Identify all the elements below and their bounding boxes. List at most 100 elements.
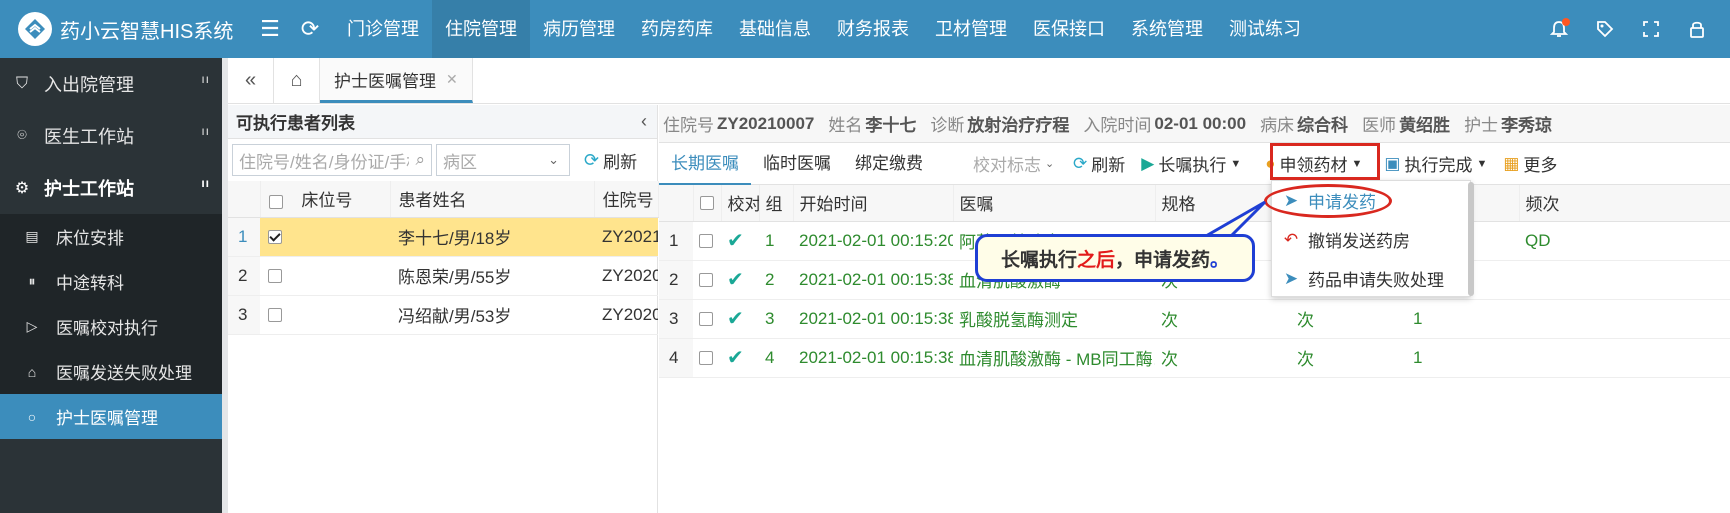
ward-select[interactable]: 病区 ⌄ xyxy=(436,144,570,176)
table-row[interactable]: 4 ✔ 4 2021-02-01 00:15:38 血清肌酸激酶 - MB同工酶… xyxy=(659,338,1730,378)
select-all-checkbox[interactable] xyxy=(268,194,283,209)
search-icon: ⌕ xyxy=(415,150,425,169)
tab-bind-fee[interactable]: 绑定缴费 xyxy=(843,143,935,185)
start-time-column-header: 开始时间 xyxy=(793,185,954,222)
circle-icon: ○ xyxy=(27,408,37,425)
fullscreen-icon[interactable] xyxy=(1628,0,1674,58)
patient-id: ZY20200019 xyxy=(594,295,658,335)
chevron-down-icon: ⌄ xyxy=(548,152,559,167)
info-doctor: 黄绍胜 xyxy=(1399,116,1451,135)
info-nurse: 李秀琼 xyxy=(1501,116,1553,135)
gear-icon: ⚙ xyxy=(14,180,30,197)
location-pin-icon: ⌾ xyxy=(17,127,27,144)
expand-marker-icon: ıı xyxy=(201,72,210,86)
nav-item-test[interactable]: 测试练习 xyxy=(1216,0,1314,58)
nav-item-finance[interactable]: 财务报表 xyxy=(824,0,922,58)
caret-down-icon: ▼ xyxy=(1230,157,1242,170)
patient-name: 陈恩荣/男/55岁 xyxy=(390,256,594,296)
patient-list-panel: 可执行患者列表 ‹ 住院号/姓名/身份证/手机 ⌕ 病区 ⌄ ⟳ 刷新 床位号 … xyxy=(228,105,659,513)
check-icon: ✔ xyxy=(727,230,744,252)
check-flag-select[interactable]: 校对标志 ⌄ xyxy=(965,143,1065,185)
play-circle-icon: ▶ xyxy=(1141,153,1155,173)
info-admit-time: 02-01 00:00 xyxy=(1154,113,1247,133)
app-logo: 药小云智慧HIS系统 xyxy=(0,12,250,46)
app-title: 药小云智慧HIS系统 xyxy=(60,20,234,43)
row-checkbox[interactable] xyxy=(268,308,282,323)
close-icon[interactable]: ✕ xyxy=(446,71,458,88)
nav-item-inpatient[interactable]: 住院管理 xyxy=(432,0,530,58)
highlight-ellipse xyxy=(1264,184,1392,218)
group-column-header: 组 xyxy=(759,185,794,222)
tab-long-term-orders[interactable]: 长期医嘱 xyxy=(659,143,751,185)
chevron-left-icon[interactable]: ‹ xyxy=(641,111,647,132)
sidebar-item-bed[interactable]: ▤ 床位安排 xyxy=(0,214,222,259)
patient-table: 床位号 患者姓名 住院号 1 李十七/男/18岁 ZY20210007 2 陈恩… xyxy=(228,181,659,335)
sidebar-group-admission[interactable]: ⛉ 入出院管理 ıı xyxy=(0,58,222,110)
bell-icon[interactable] xyxy=(1536,0,1582,58)
home-tab-icon[interactable]: ⌂ xyxy=(274,58,320,103)
table-row[interactable]: 2 陈恩荣/男/55岁 ZY20200018 xyxy=(228,256,658,296)
tag-icon[interactable] xyxy=(1582,0,1628,58)
row-checkbox[interactable] xyxy=(268,269,282,284)
row-checkbox[interactable] xyxy=(699,312,713,327)
patient-list-title: 可执行患者列表 xyxy=(236,114,355,133)
order-refresh-button[interactable]: ⟳ 刷新 xyxy=(1065,143,1133,185)
annotation-callout: 长嘱执行 之后 ，申请发药。 xyxy=(975,234,1255,282)
nav-item-outpatient[interactable]: 门诊管理 xyxy=(334,0,432,58)
nav-item-records[interactable]: 病历管理 xyxy=(530,0,628,58)
sidebar-item-nurse-orders[interactable]: ○ 护士医嘱管理 xyxy=(0,394,222,439)
check-icon: ✔ xyxy=(727,347,744,369)
row-number-header xyxy=(228,181,261,218)
sidebar-item-transfer[interactable]: ⏸ 中途转科 xyxy=(0,259,222,304)
reload-icon[interactable]: ⟳ xyxy=(290,0,330,58)
logo-icon xyxy=(18,12,52,46)
order-column-header: 医嘱 xyxy=(953,185,1156,222)
folder-icon: ▦ xyxy=(1503,153,1520,173)
table-row[interactable]: 3 冯绍献/男/53岁 ZY20200019 xyxy=(228,295,658,335)
nav-item-system[interactable]: 系统管理 xyxy=(1118,0,1216,58)
id-column-header: 住院号 xyxy=(594,181,659,218)
tab-temp-orders[interactable]: 临时医嘱 xyxy=(751,143,843,185)
expand-marker-icon: ıı xyxy=(201,124,210,138)
nav-item-pharmacy[interactable]: 药房药库 xyxy=(628,0,726,58)
patient-list-header: 可执行患者列表 ‹ xyxy=(228,105,657,139)
patient-search-input[interactable]: 住院号/姓名/身份证/手机 ⌕ xyxy=(232,144,432,176)
sidebar-item-verify[interactable]: ▷ 医嘱校对执行 xyxy=(0,304,222,349)
undo-icon: ↶ xyxy=(1283,229,1299,249)
row-checkbox[interactable] xyxy=(268,230,282,245)
sidebar-group-doctor[interactable]: ⌾ 医生工作站 ıı xyxy=(0,110,222,162)
menu-item-apply-fail[interactable]: ➤ 药品申请失败处理 xyxy=(1272,259,1470,298)
chevron-down-icon: ⌄ xyxy=(1045,158,1055,170)
row-checkbox[interactable] xyxy=(699,234,713,249)
info-diagnosis: 放射治疗疗程 xyxy=(967,116,1070,135)
main-nav: 门诊管理 住院管理 病历管理 药房药库 基础信息 财务报表 卫材管理 医保接口 … xyxy=(334,0,1314,58)
row-checkbox[interactable] xyxy=(699,273,713,288)
nav-item-insurance[interactable]: 医保接口 xyxy=(1020,0,1118,58)
nav-item-basic-info[interactable]: 基础信息 xyxy=(726,0,824,58)
patient-refresh-button[interactable]: ⟳ 刷新 xyxy=(584,148,637,173)
double-chevron-left-icon[interactable]: « xyxy=(228,58,274,103)
tab-nurse-orders[interactable]: 护士医嘱管理 ✕ xyxy=(320,58,473,103)
menu-item-revoke-send[interactable]: ↶ 撤销发送药房 xyxy=(1272,220,1470,259)
table-row[interactable]: 1 李十七/男/18岁 ZY20210007 xyxy=(228,217,658,257)
select-all-checkbox[interactable] xyxy=(699,196,714,211)
lock-icon[interactable] xyxy=(1674,0,1720,58)
row-checkbox[interactable] xyxy=(699,351,713,366)
sidebar-item-send-fail[interactable]: ⌂ 医嘱发送失败处理 xyxy=(0,349,222,394)
execute-long-order-button[interactable]: ▶ 长嘱执行 ▼ xyxy=(1133,143,1249,185)
sidebar-group-nurse[interactable]: ⚙ 护士工作站 ıı xyxy=(0,162,222,214)
menu-scrollbar[interactable] xyxy=(1468,182,1474,296)
order-panel: 住院号 ZY20210007 姓名 李十七 诊断 放射治疗疗程 入院时间 02-01 0… xyxy=(659,105,1730,513)
home-icon: ⌂ xyxy=(27,363,37,380)
notification-dot xyxy=(1562,18,1570,26)
more-button[interactable]: ▦ 更多 xyxy=(1495,143,1565,185)
highlight-box xyxy=(1270,143,1380,180)
top-right-tools xyxy=(1536,0,1720,58)
table-row[interactable]: 3 ✔ 3 2021-02-01 00:15:38 乳酸脱氢酶测定 次 次 1 xyxy=(659,299,1730,339)
execute-done-button[interactable]: ▣ 执行完成 ▼ xyxy=(1376,143,1495,185)
calendar-icon: ▤ xyxy=(25,228,39,244)
nav-item-materials[interactable]: 卫材管理 xyxy=(922,0,1020,58)
info-admission-id: ZY20210007 xyxy=(717,113,815,133)
info-name: 李十七 xyxy=(865,116,917,135)
menu-toggle-icon[interactable]: ☰ xyxy=(250,0,290,58)
